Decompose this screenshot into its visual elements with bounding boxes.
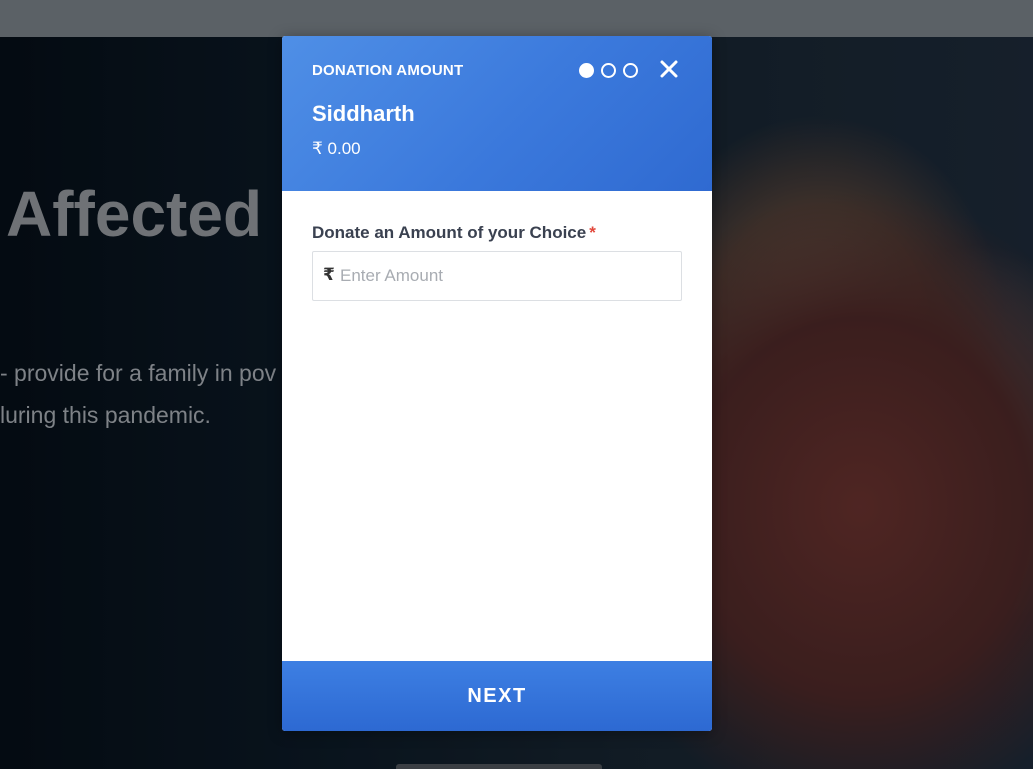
modal-title: DONATION AMOUNT xyxy=(312,62,464,79)
hero-heading: Affected xyxy=(6,178,263,250)
top-bar xyxy=(0,0,1033,37)
hero-text-line-1: - provide for a family in pov xyxy=(0,360,277,386)
modal-header: DONATION AMOUNT Siddharth ₹ 0.00 xyxy=(282,36,712,191)
step-dot-3 xyxy=(623,63,638,78)
amount-display: ₹ 0.00 xyxy=(312,139,361,158)
rupee-icon: ₹ xyxy=(323,265,335,284)
amount-input-container[interactable]: ₹ xyxy=(312,251,682,301)
hero-text-line-2: luring this pandemic. xyxy=(0,402,211,428)
amount-input[interactable] xyxy=(338,252,672,300)
step-dot-1 xyxy=(579,63,594,78)
donation-modal: DONATION AMOUNT Siddharth ₹ 0.00 Donate … xyxy=(282,36,712,731)
page: Affected - provide for a family in pov l… xyxy=(0,0,1033,769)
amount-field-label: Donate an Amount of your Choice * xyxy=(312,223,596,243)
recipient-name: Siddharth xyxy=(312,101,415,126)
scroll-indicator xyxy=(396,764,602,769)
next-button[interactable]: NEXT xyxy=(282,661,712,731)
close-button[interactable] xyxy=(658,58,680,80)
step-indicator xyxy=(579,63,645,78)
close-icon xyxy=(660,60,678,78)
required-marker: * xyxy=(589,223,596,242)
amount-field-label-text: Donate an Amount of your Choice xyxy=(312,223,587,242)
step-dot-2 xyxy=(601,63,616,78)
